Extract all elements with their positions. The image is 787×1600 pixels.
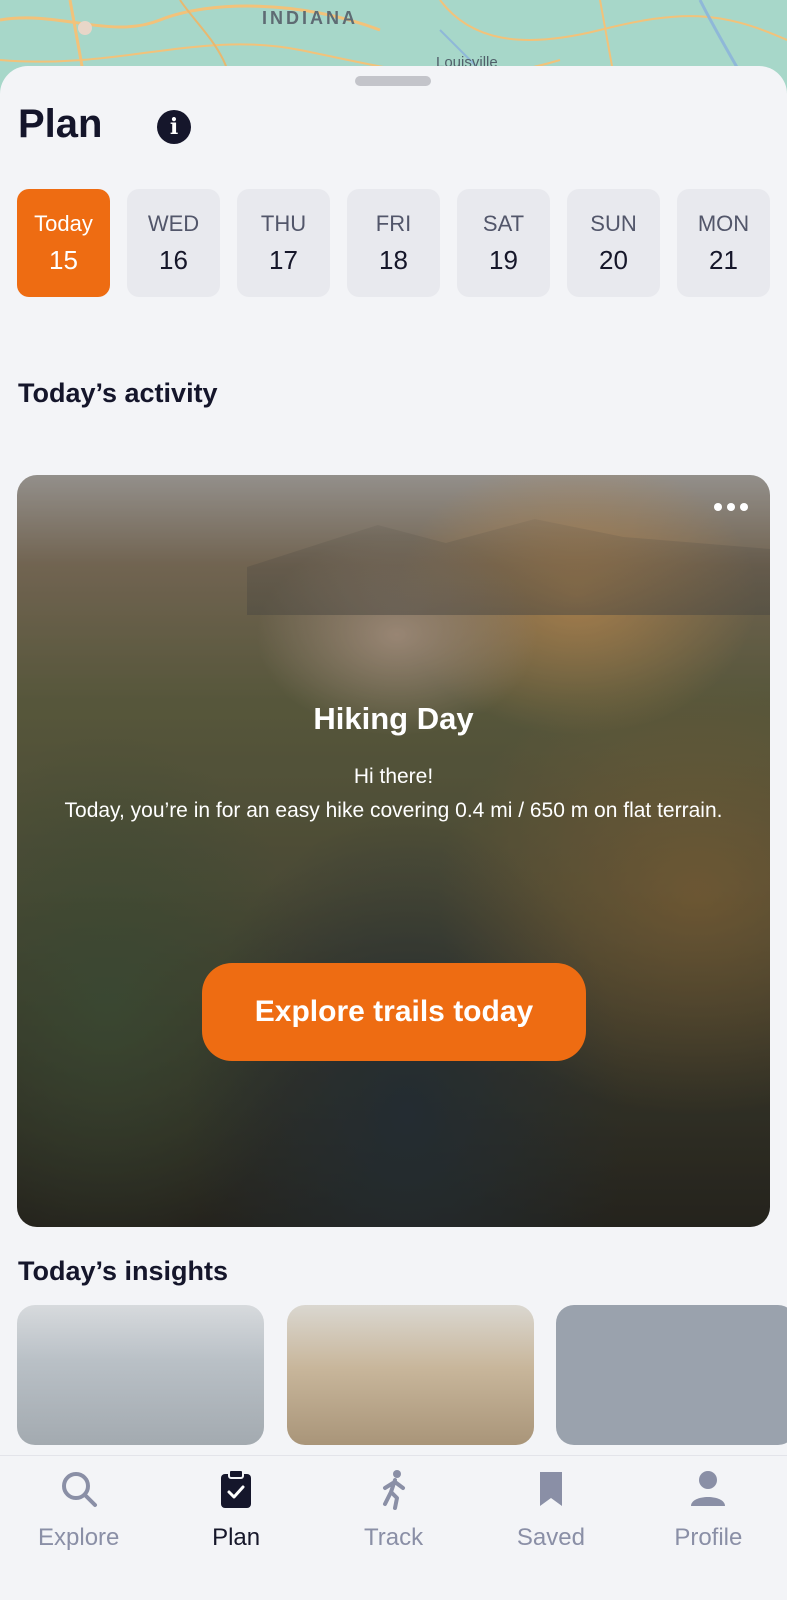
day-number: 18: [379, 244, 408, 275]
activity-description: Today, you’re in for an easy hike coveri…: [64, 799, 723, 822]
insight-card[interactable]: [17, 1305, 264, 1445]
nav-label: Saved: [516, 1524, 585, 1551]
day-today[interactable]: Today 15: [17, 189, 110, 297]
explore-trails-button[interactable]: Explore trails today: [202, 963, 586, 1061]
nav-track[interactable]: Track: [315, 1456, 472, 1600]
more-options-icon[interactable]: [714, 503, 748, 511]
nav-plan[interactable]: Plan: [157, 1456, 314, 1600]
day-number: 21: [709, 244, 738, 275]
activity-card[interactable]: Hiking Day Hi there! Today, you’re in fo…: [17, 475, 770, 1227]
page-title: Plan: [18, 102, 103, 146]
nav-saved[interactable]: Saved: [472, 1456, 629, 1600]
day-name: MON: [697, 210, 750, 236]
walking-person-icon: [382, 1470, 405, 1510]
activity-heading: Hiking Day: [313, 701, 474, 736]
clipboard-check-icon: [221, 1469, 252, 1508]
day-name: THU: [260, 210, 307, 236]
day-fri[interactable]: FRI 18: [347, 189, 440, 297]
insights-section-title: Today’s insights: [18, 1256, 229, 1286]
day-sat[interactable]: SAT 19: [457, 189, 550, 297]
day-name: FRI: [375, 210, 412, 236]
day-number: 20: [599, 244, 628, 275]
info-icon[interactable]: i: [157, 110, 191, 144]
day-name: Today: [34, 210, 93, 236]
day-name: SAT: [482, 210, 525, 236]
day-wed[interactable]: WED 16: [127, 189, 220, 297]
day-selector: Today 15 WED 16 THU 17 FRI 18 SAT 19 SUN…: [17, 189, 770, 297]
activity-section-title: Today’s activity: [18, 378, 218, 408]
day-name: WED: [147, 210, 200, 236]
day-sun[interactable]: SUN 20: [567, 189, 660, 297]
nav-label: Track: [363, 1524, 424, 1551]
nav-label: Profile: [674, 1524, 743, 1551]
day-number: 16: [159, 244, 188, 275]
day-number: 19: [489, 244, 518, 275]
nav-explore[interactable]: Explore: [0, 1456, 157, 1600]
day-thu[interactable]: THU 17: [237, 189, 330, 297]
insight-card[interactable]: [287, 1305, 534, 1445]
search-icon: [61, 1472, 97, 1507]
person-icon: [691, 1471, 726, 1506]
sheet-grabber[interactable]: [355, 76, 431, 86]
bottom-nav: Explore Plan Track Saved Profile: [0, 1455, 787, 1600]
nav-label: Plan: [212, 1524, 261, 1551]
day-mon[interactable]: MON 21: [677, 189, 770, 297]
nav-profile[interactable]: Profile: [630, 1456, 787, 1600]
nav-label: Explore: [38, 1524, 120, 1551]
bookmark-icon: [539, 1472, 562, 1506]
map-region-label: INDIANA: [262, 8, 358, 28]
day-number: 17: [269, 244, 298, 275]
activity-greeting: Hi there!: [353, 765, 434, 788]
insight-card[interactable]: [556, 1305, 787, 1445]
day-name: SUN: [590, 210, 637, 236]
day-number: 15: [49, 244, 78, 275]
